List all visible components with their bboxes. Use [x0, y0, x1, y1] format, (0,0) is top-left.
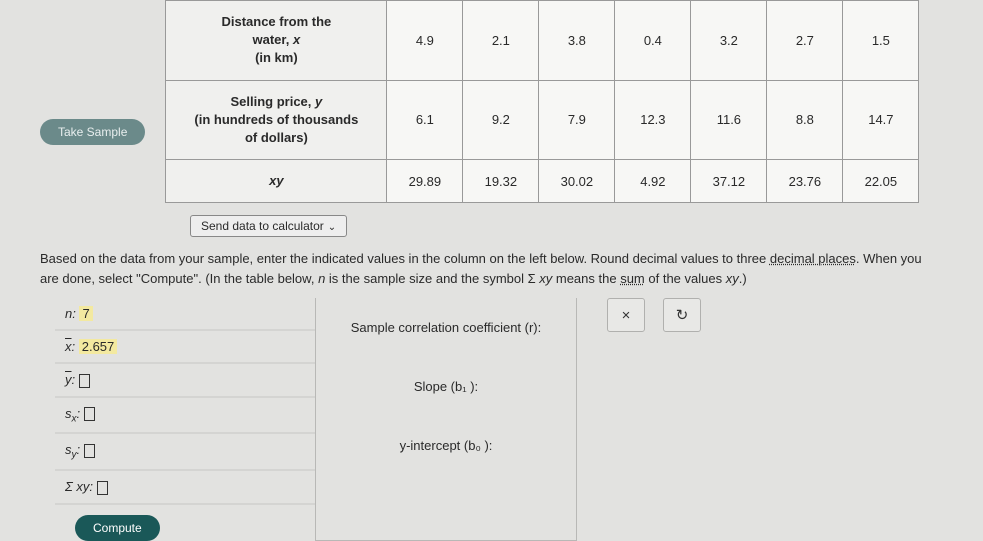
take-sample-button[interactable]: Take Sample	[40, 119, 145, 145]
cell: 9.2	[463, 80, 539, 160]
data-table: Distance from the water, x (in km) 4.9 2…	[165, 0, 919, 203]
cell: 29.89	[387, 160, 463, 203]
cell: 37.12	[691, 160, 767, 203]
n-value[interactable]: 7	[79, 306, 92, 321]
results-box: Sample correlation coefficient (r): Slop…	[315, 298, 577, 540]
reset-icon: ↻	[676, 306, 689, 324]
sx-input[interactable]	[84, 407, 95, 421]
cell: 22.05	[843, 160, 919, 203]
cell: 7.9	[539, 80, 615, 160]
stat-sx: sx:	[55, 398, 315, 435]
cell: 12.3	[615, 80, 691, 160]
reset-button[interactable]: ↻	[663, 298, 701, 332]
row-header-x: Distance from the water, x (in km)	[166, 1, 387, 81]
stat-n: n: 7	[55, 298, 315, 331]
sy-input[interactable]	[84, 444, 95, 458]
table-row: Selling price, y (in hundreds of thousan…	[166, 80, 919, 160]
cell: 0.4	[615, 1, 691, 81]
stat-xbar: x: 2.657	[55, 331, 315, 364]
stat-sy: sy:	[55, 434, 315, 471]
cell: 2.7	[767, 1, 843, 81]
cell: 4.92	[615, 160, 691, 203]
cell: 19.32	[463, 160, 539, 203]
cell: 14.7	[843, 80, 919, 160]
chevron-down-icon: ⌄	[328, 222, 336, 233]
table-row: Distance from the water, x (in km) 4.9 2…	[166, 1, 919, 81]
row-header-y: Selling price, y (in hundreds of thousan…	[166, 80, 387, 160]
compute-button[interactable]: Compute	[75, 515, 160, 541]
result-r: Sample correlation coefficient (r):	[316, 298, 576, 357]
row-header-xy: xy	[166, 160, 387, 203]
cell: 3.8	[539, 1, 615, 81]
close-button[interactable]: ×	[607, 298, 645, 332]
stats-column: n: 7 x: 2.657 y: sx: sy: Σ xy: Compute	[55, 298, 315, 540]
send-data-button[interactable]: Send data to calculator⌄	[190, 215, 347, 237]
cell: 11.6	[691, 80, 767, 160]
result-slope: Slope (b₁ ):	[316, 357, 576, 416]
ybar-input[interactable]	[79, 374, 90, 388]
cell: 2.1	[463, 1, 539, 81]
xbar-value[interactable]: 2.657	[79, 339, 118, 354]
sigmaxy-input[interactable]	[97, 481, 108, 495]
cell: 1.5	[843, 1, 919, 81]
cell: 8.8	[767, 80, 843, 160]
table-row: xy 29.89 19.32 30.02 4.92 37.12 23.76 22…	[166, 160, 919, 203]
cell: 6.1	[387, 80, 463, 160]
result-intercept: y-intercept (b₀ ):	[316, 416, 576, 475]
cell: 3.2	[691, 1, 767, 81]
instructions-text: Based on the data from your sample, ente…	[40, 249, 943, 288]
cell: 4.9	[387, 1, 463, 81]
cell: 23.76	[767, 160, 843, 203]
cell: 30.02	[539, 160, 615, 203]
stat-sigmaxy: Σ xy:	[55, 471, 315, 505]
stat-ybar: y:	[55, 364, 315, 398]
